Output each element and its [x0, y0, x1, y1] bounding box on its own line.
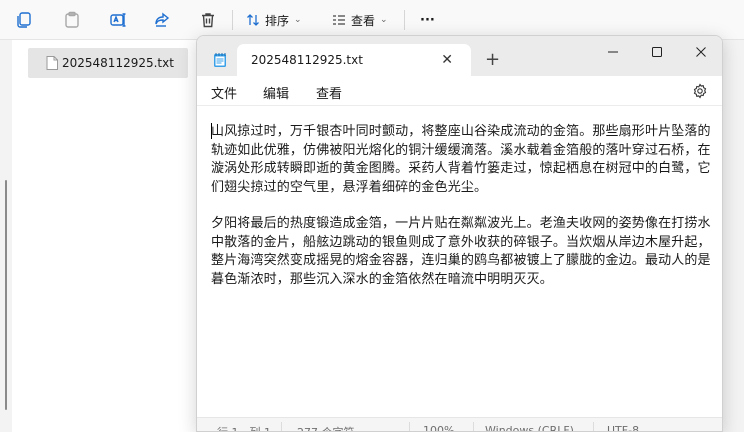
close-icon [696, 47, 706, 57]
text-caret [211, 123, 212, 139]
text-file-icon [46, 56, 58, 70]
close-tab-icon[interactable]: ✕ [441, 52, 453, 68]
toolbar-separator [404, 10, 405, 30]
chevron-down-icon: ⌄ [380, 15, 388, 25]
status-separator [409, 422, 410, 431]
text-paragraph: 夕阳将最后的热度锻造成金箔，一片片贴在粼粼波光上。老渔夫收网的姿势像在打捞水中散… [211, 216, 711, 287]
scrollbar-thumb[interactable] [5, 180, 7, 410]
text-editor[interactable]: 山风掠过时，万千银杏叶同时颤动，将整座山谷染成流动的金箔。那些扇形叶片坠落的轨迹… [197, 107, 722, 417]
status-zoom[interactable]: 100% [423, 424, 454, 431]
minimize-icon [608, 51, 618, 53]
sort-icon [247, 14, 259, 26]
notepad-app-icon [214, 53, 226, 67]
rename-icon[interactable] [108, 10, 128, 30]
toolbar-separator [232, 10, 233, 30]
status-char-count: 277 个字符 [297, 424, 355, 431]
text-paragraph: 山风掠过时，万千银杏叶同时颤动，将整座山谷染成流动的金箔。那些扇形叶片坠落的轨迹… [211, 124, 711, 195]
menu-file[interactable]: 文件 [211, 83, 237, 102]
settings-gear-icon[interactable] [692, 83, 708, 99]
delete-icon[interactable] [198, 10, 218, 30]
paste-icon[interactable] [62, 10, 82, 30]
tab-document[interactable]: 202548112925.txt ✕ [237, 44, 471, 76]
maximize-icon [652, 47, 662, 57]
menu-view[interactable]: 查看 [316, 83, 342, 102]
close-button[interactable] [679, 36, 722, 68]
tab-title: 202548112925.txt [251, 53, 363, 67]
sort-button[interactable]: 排序 ⌄ [246, 9, 302, 31]
explorer-toolbar: 排序 ⌄ 查看 ⌄ ··· [0, 0, 744, 40]
navigation-pane-scrollbar[interactable] [0, 40, 12, 432]
status-separator [473, 422, 474, 431]
notepad-menubar: 文件 编辑 查看 [197, 76, 722, 106]
new-tab-button[interactable]: + [485, 50, 500, 70]
view-button[interactable]: 查看 ⌄ [332, 9, 388, 31]
chevron-down-icon: ⌄ [294, 15, 302, 25]
copy-icon[interactable] [14, 10, 34, 30]
view-list-icon [333, 15, 345, 25]
status-encoding[interactable]: UTF-8 [607, 424, 639, 431]
sort-label: 排序 [265, 13, 290, 28]
status-separator [593, 422, 594, 431]
share-icon[interactable] [152, 10, 172, 30]
status-cursor-position: 行 1，列 1 [217, 424, 271, 431]
more-options-button[interactable]: ··· [420, 9, 435, 31]
status-separator [281, 422, 282, 431]
view-label: 查看 [351, 13, 376, 28]
status-line-ending[interactable]: Windows (CRLF) [485, 424, 574, 431]
status-bar: 行 1，列 1 277 个字符 100% Windows (CRLF) UTF-… [197, 417, 722, 431]
minimize-button[interactable] [591, 36, 635, 68]
notepad-window: 202548112925.txt ✕ + 文件 编辑 查看 山风掠过时，万千银杏… [196, 35, 723, 432]
notepad-titlebar: 202548112925.txt ✕ + [197, 36, 722, 76]
maximize-button[interactable] [635, 36, 679, 68]
file-name: 202548112925.txt [62, 56, 174, 70]
file-item[interactable]: 202548112925.txt [28, 48, 188, 78]
menu-edit[interactable]: 编辑 [263, 83, 289, 102]
file-list: 202548112925.txt [12, 40, 197, 432]
